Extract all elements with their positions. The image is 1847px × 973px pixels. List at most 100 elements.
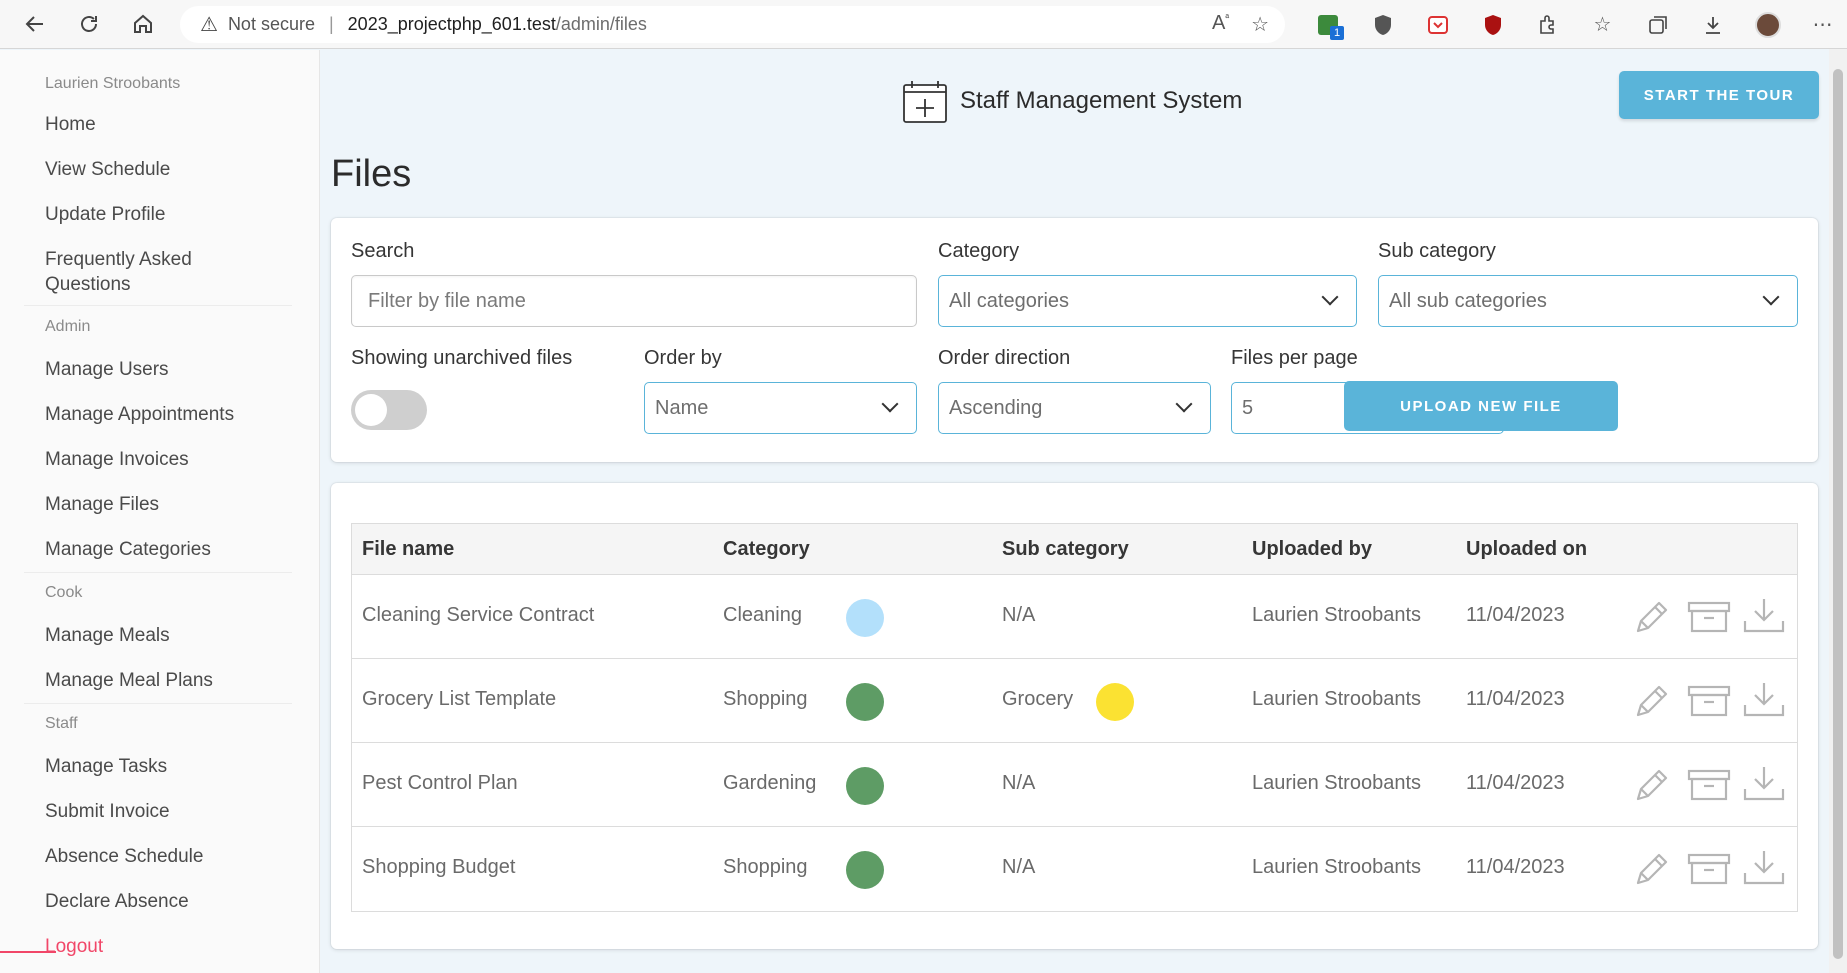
column-header-uploaded-on[interactable]: Uploaded on [1466, 538, 1587, 561]
category-select[interactable]: All categories [938, 275, 1357, 327]
chevron-down-icon [881, 395, 899, 413]
category-name: Cleaning [723, 604, 802, 626]
download-icon[interactable] [1740, 679, 1785, 723]
browser-toolbar: ⚠ Not secure | 2023_projectphp_601.test /… [0, 0, 1847, 49]
favorite-add-icon[interactable]: ☆ [1251, 12, 1269, 37]
archive-icon[interactable] [1685, 847, 1731, 891]
category-color-dot [846, 767, 884, 805]
sidebar-item-manage-categories[interactable]: Manage Categories [45, 537, 211, 562]
archive-icon[interactable] [1685, 763, 1731, 807]
archived-toggle[interactable] [351, 390, 427, 430]
sidebar-item-declare-absence[interactable]: Declare Absence [45, 889, 189, 914]
start-tour-button[interactable]: START THE TOUR [1619, 71, 1819, 119]
sidebar-item-manage-appointments[interactable]: Manage Appointments [45, 402, 234, 427]
sidebar-item-manage-meal-plans[interactable]: Manage Meal Plans [45, 668, 213, 693]
order-by-select[interactable]: Name [644, 382, 917, 434]
sidebar-item-manage-tasks[interactable]: Manage Tasks [45, 754, 167, 779]
edit-icon[interactable] [1630, 595, 1674, 639]
sidebar-item-submit-invoice[interactable]: Submit Invoice [45, 799, 170, 824]
ublock-icon[interactable] [1465, 0, 1520, 49]
profile-avatar-icon[interactable] [1740, 0, 1795, 49]
file-name: Shopping Budget [362, 856, 516, 878]
refresh-icon[interactable] [62, 0, 116, 49]
extension-badge: 1 [1330, 26, 1344, 40]
subcategory-name: Grocery [1002, 688, 1074, 710]
divider [24, 305, 292, 306]
shield-icon[interactable] [1355, 0, 1410, 49]
divider [24, 572, 292, 573]
table-row: Shopping Budget Shopping N/A Laurien Str… [352, 827, 1797, 911]
sidebar-item-absence-schedule[interactable]: Absence Schedule [45, 844, 203, 869]
uploaded-by: Laurien Stroobants [1252, 772, 1422, 794]
subcategory-select[interactable]: All sub categories [1378, 275, 1798, 327]
sidebar-user-name: Laurien Stroobants [45, 75, 181, 92]
sidebar-item-manage-users[interactable]: Manage Users [45, 357, 169, 382]
column-header-uploaded-by[interactable]: Uploaded by [1252, 538, 1372, 561]
uploaded-on: 11/04/2023 [1466, 688, 1565, 710]
sidebar-item-manage-invoices[interactable]: Manage Invoices [45, 447, 189, 472]
category-name: Shopping [723, 856, 808, 878]
edit-icon[interactable] [1630, 763, 1674, 807]
sidebar-item-faq[interactable]: Frequently Asked Questions [45, 247, 245, 297]
read-aloud-icon[interactable]: Aª [1212, 12, 1229, 37]
download-icon[interactable] [1740, 847, 1785, 891]
sidebar-item-home[interactable]: Home [45, 112, 96, 137]
sidebar-item-manage-meals[interactable]: Manage Meals [45, 623, 170, 648]
uploaded-on: 11/04/2023 [1466, 856, 1565, 878]
file-name: Pest Control Plan [362, 772, 518, 794]
section-label-cook: Cook [45, 584, 83, 601]
files-per-page-label: Files per page [1231, 347, 1358, 369]
column-header-file-name[interactable]: File name [362, 538, 454, 561]
archive-icon[interactable] [1685, 679, 1731, 723]
warning-icon: ⚠ [200, 14, 218, 36]
archived-toggle-label: Showing unarchived files [351, 347, 573, 369]
chevron-down-icon [1175, 395, 1193, 413]
order-by-label: Order by [644, 347, 722, 369]
category-name: Shopping [723, 688, 808, 710]
address-bar[interactable]: ⚠ Not secure | 2023_projectphp_601.test /… [180, 6, 1285, 43]
sidebar-item-update-profile[interactable]: Update Profile [45, 202, 165, 227]
column-header-subcategory[interactable]: Sub category [1002, 538, 1129, 561]
category-color-dot [846, 683, 884, 721]
subcategory-name: N/A [1002, 856, 1036, 878]
uploaded-by: Laurien Stroobants [1252, 856, 1422, 878]
download-icon[interactable] [1740, 595, 1785, 639]
extension-green-icon[interactable]: 1 [1300, 0, 1355, 49]
search-input[interactable]: Filter by file name [351, 275, 917, 327]
brand[interactable]: Staff Management System [902, 80, 1242, 123]
page-scrollbar[interactable] [1829, 49, 1847, 973]
upload-file-button[interactable]: UPLOAD NEW FILE [1344, 381, 1618, 431]
pocket-icon[interactable] [1410, 0, 1465, 49]
order-direction-select[interactable]: Ascending [938, 382, 1211, 434]
more-menu-icon[interactable]: ⋯ [1795, 0, 1847, 49]
home-icon[interactable] [116, 0, 170, 49]
downloads-icon[interactable] [1685, 0, 1740, 49]
sidebar-item-manage-files[interactable]: Manage Files [45, 492, 159, 517]
toggle-knob [355, 394, 387, 426]
subcategory-color-dot [1096, 683, 1134, 721]
column-header-category[interactable]: Category [723, 538, 810, 561]
section-label-staff: Staff [45, 715, 78, 732]
archive-icon[interactable] [1685, 595, 1731, 639]
sidebar-item-view-schedule[interactable]: View Schedule [45, 157, 170, 182]
subcategory-label: Sub category [1378, 240, 1496, 262]
files-per-page-value: 5 [1242, 396, 1254, 419]
category-label: Category [938, 240, 1020, 262]
download-icon[interactable] [1740, 763, 1785, 807]
puzzle-icon[interactable] [1520, 0, 1575, 49]
debug-bar-indicator [0, 951, 56, 953]
back-icon[interactable] [8, 0, 62, 49]
favorites-icon[interactable]: ☆ [1575, 0, 1630, 49]
collections-icon[interactable] [1630, 0, 1685, 49]
chevron-down-icon [1762, 288, 1780, 306]
edit-icon[interactable] [1630, 847, 1674, 891]
scrollbar-thumb[interactable] [1833, 69, 1843, 959]
security-status: Not secure [227, 14, 315, 34]
category-select-value: All categories [949, 289, 1070, 312]
table-row: Pest Control Plan Gardening N/A Laurien … [352, 743, 1797, 827]
file-name: Grocery List Template [362, 688, 557, 710]
files-table-panel: File name Category Sub category Uploaded… [331, 483, 1818, 949]
edit-icon[interactable] [1630, 679, 1674, 723]
sidebar-item-logout[interactable]: Logout [45, 936, 103, 958]
category-color-dot [846, 599, 884, 637]
